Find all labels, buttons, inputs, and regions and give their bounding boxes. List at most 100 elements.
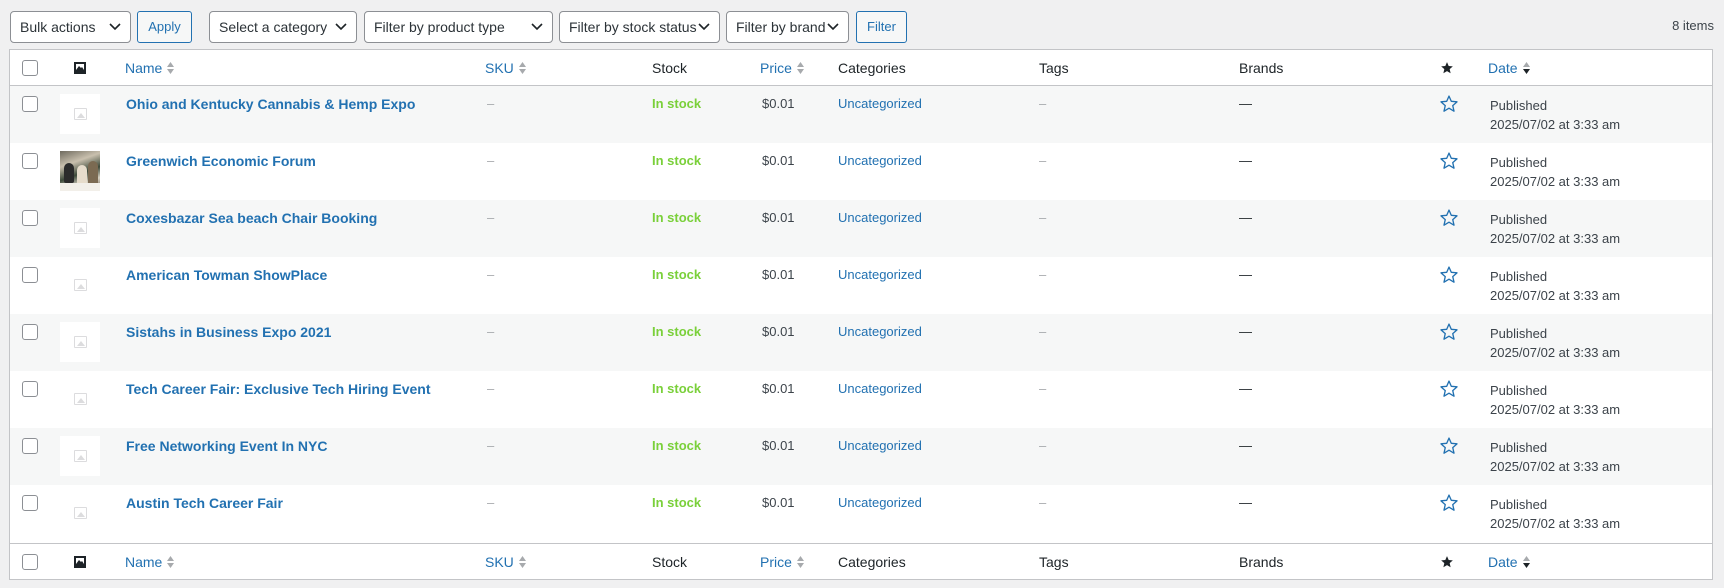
product-thumbnail[interactable] bbox=[60, 151, 100, 191]
star-outline-icon[interactable] bbox=[1439, 94, 1459, 114]
column-name[interactable]: Name bbox=[125, 60, 175, 76]
product-brands: — bbox=[1239, 438, 1252, 453]
row-checkbox[interactable] bbox=[22, 210, 38, 226]
product-price: $0.01 bbox=[762, 153, 795, 168]
table-row: Sistahs in Business Expo 2021 – In stock… bbox=[10, 314, 1712, 371]
filter-button[interactable]: Filter bbox=[856, 11, 907, 43]
category-link[interactable]: Uncategorized bbox=[838, 210, 922, 225]
product-thumbnail-placeholder[interactable] bbox=[60, 493, 100, 533]
stock-status-label: Filter by stock status bbox=[569, 19, 697, 35]
product-thumbnail-placeholder[interactable] bbox=[60, 94, 100, 134]
column-brands: Brands bbox=[1239, 60, 1284, 76]
star-outline-icon[interactable] bbox=[1439, 379, 1459, 399]
row-checkbox[interactable] bbox=[22, 438, 38, 454]
publish-date: Published 2025/07/02 at 3:33 am bbox=[1490, 267, 1620, 305]
product-name-link[interactable]: Austin Tech Career Fair bbox=[126, 495, 283, 511]
product-brands: — bbox=[1239, 210, 1252, 225]
placeholder-image-icon bbox=[74, 279, 87, 291]
column-price[interactable]: Price bbox=[760, 60, 805, 76]
product-brands: — bbox=[1239, 381, 1252, 396]
bulk-actions-select[interactable]: Bulk actions bbox=[10, 11, 131, 43]
product-name-link[interactable]: Coxesbazar Sea beach Chair Booking bbox=[126, 210, 377, 226]
product-thumbnail-placeholder[interactable] bbox=[60, 379, 100, 419]
category-link[interactable]: Uncategorized bbox=[838, 96, 922, 111]
product-thumbnail-placeholder[interactable] bbox=[60, 436, 100, 476]
publish-status: Published bbox=[1490, 383, 1548, 398]
sort-arrows-icon bbox=[518, 62, 526, 74]
brand-select[interactable]: Filter by brand bbox=[726, 11, 849, 43]
column-sku[interactable]: SKU bbox=[485, 554, 527, 570]
column-price[interactable]: Price bbox=[760, 554, 805, 570]
row-checkbox[interactable] bbox=[22, 495, 38, 511]
publish-date: Published 2025/07/02 at 3:33 am bbox=[1490, 96, 1620, 134]
star-outline-icon[interactable] bbox=[1439, 265, 1459, 285]
column-date[interactable]: Date bbox=[1488, 60, 1531, 76]
product-thumbnail-placeholder[interactable] bbox=[60, 322, 100, 362]
star-outline-icon[interactable] bbox=[1439, 322, 1459, 342]
product-thumbnail-placeholder[interactable] bbox=[60, 265, 100, 305]
product-name-link[interactable]: Sistahs in Business Expo 2021 bbox=[126, 324, 331, 340]
items-count: 8 items bbox=[1672, 18, 1714, 33]
select-all-checkbox[interactable] bbox=[22, 554, 38, 570]
stock-status: In stock bbox=[652, 438, 702, 453]
category-link[interactable]: Uncategorized bbox=[838, 495, 922, 510]
star-filled-icon bbox=[1441, 556, 1453, 568]
category-link[interactable]: Uncategorized bbox=[838, 324, 922, 339]
publish-datetime: 2025/07/02 at 3:33 am bbox=[1490, 402, 1621, 417]
product-price: $0.01 bbox=[762, 267, 795, 282]
product-type-select[interactable]: Filter by product type bbox=[364, 11, 553, 43]
publish-date: Published 2025/07/02 at 3:33 am bbox=[1490, 210, 1620, 248]
column-name-label: Name bbox=[125, 554, 163, 570]
publish-status: Published bbox=[1490, 98, 1548, 113]
chevron-down-icon bbox=[698, 23, 710, 31]
chevron-down-icon bbox=[531, 23, 543, 31]
category-link[interactable]: Uncategorized bbox=[838, 438, 922, 453]
product-price: $0.01 bbox=[762, 381, 795, 396]
product-brands: — bbox=[1239, 324, 1252, 339]
product-name-link[interactable]: Ohio and Kentucky Cannabis & Hemp Expo bbox=[126, 96, 415, 112]
column-sku[interactable]: SKU bbox=[485, 60, 527, 76]
table-row: Tech Career Fair: Exclusive Tech Hiring … bbox=[10, 371, 1712, 428]
stock-status: In stock bbox=[652, 153, 702, 168]
category-link[interactable]: Uncategorized bbox=[838, 381, 922, 396]
product-tags: – bbox=[1039, 324, 1047, 339]
apply-button[interactable]: Apply bbox=[137, 11, 192, 43]
products-table: Name SKU Stock Price Categories Tags Bra… bbox=[9, 49, 1713, 580]
image-icon bbox=[74, 62, 86, 74]
publish-status: Published bbox=[1490, 497, 1548, 512]
product-thumbnail-placeholder[interactable] bbox=[60, 208, 100, 248]
column-name[interactable]: Name bbox=[125, 554, 175, 570]
stock-status: In stock bbox=[652, 210, 702, 225]
stock-status-select[interactable]: Filter by stock status bbox=[559, 11, 720, 43]
publish-date: Published 2025/07/02 at 3:33 am bbox=[1490, 438, 1620, 476]
category-link[interactable]: Uncategorized bbox=[838, 267, 922, 282]
table-row: Free Networking Event In NYC – In stock … bbox=[10, 428, 1712, 485]
placeholder-image-icon bbox=[74, 108, 87, 120]
row-checkbox[interactable] bbox=[22, 153, 38, 169]
publish-datetime: 2025/07/02 at 3:33 am bbox=[1490, 117, 1621, 132]
product-name-link[interactable]: Greenwich Economic Forum bbox=[126, 153, 316, 169]
table-header: Name SKU Stock Price Categories Tags Bra… bbox=[10, 50, 1712, 86]
star-outline-icon[interactable] bbox=[1439, 208, 1459, 228]
star-outline-icon[interactable] bbox=[1439, 436, 1459, 456]
star-outline-icon[interactable] bbox=[1439, 493, 1459, 513]
table-footer: Name SKU Stock Price Categories Tags Bra… bbox=[10, 543, 1712, 579]
row-checkbox[interactable] bbox=[22, 96, 38, 112]
column-tags: Tags bbox=[1039, 554, 1069, 570]
product-name-link[interactable]: American Towman ShowPlace bbox=[126, 267, 327, 283]
category-link[interactable]: Uncategorized bbox=[838, 153, 922, 168]
product-price: $0.01 bbox=[762, 96, 795, 111]
row-checkbox[interactable] bbox=[22, 381, 38, 397]
row-checkbox[interactable] bbox=[22, 324, 38, 340]
product-name-link[interactable]: Tech Career Fair: Exclusive Tech Hiring … bbox=[126, 381, 430, 397]
star-outline-icon[interactable] bbox=[1439, 151, 1459, 171]
column-stock: Stock bbox=[652, 60, 688, 76]
product-tags: – bbox=[1039, 438, 1047, 453]
select-all-checkbox[interactable] bbox=[22, 60, 38, 76]
product-name-link[interactable]: Free Networking Event In NYC bbox=[126, 438, 327, 454]
column-date[interactable]: Date bbox=[1488, 554, 1531, 570]
placeholder-image-icon bbox=[74, 393, 87, 405]
row-checkbox[interactable] bbox=[22, 267, 38, 283]
column-brands: Brands bbox=[1239, 554, 1284, 570]
category-select[interactable]: Select a category bbox=[209, 11, 357, 43]
